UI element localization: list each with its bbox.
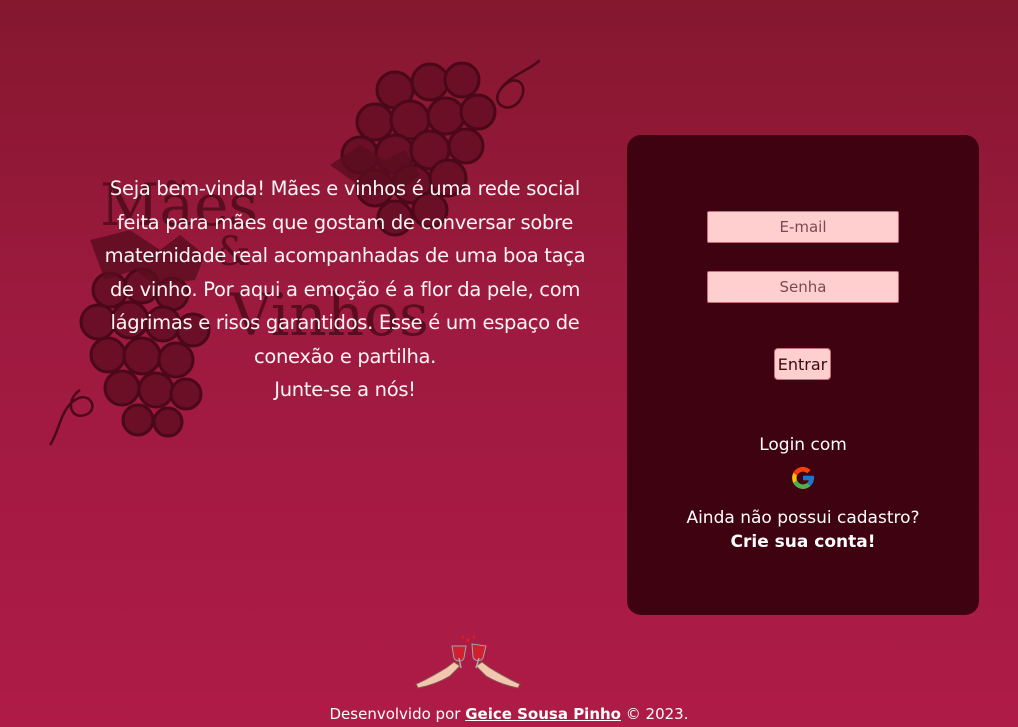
intro-cta: Junte-se a nós!	[274, 378, 416, 401]
email-input[interactable]	[707, 211, 899, 243]
create-account-link[interactable]: Crie sua conta!	[627, 532, 979, 552]
login-with-label: Login com	[759, 435, 847, 455]
wine-toast-icon	[415, 635, 521, 689]
footer-copyright: © 2023.	[625, 705, 689, 723]
google-icon[interactable]	[790, 465, 816, 491]
password-input[interactable]	[707, 271, 899, 303]
intro-text: Seja bem-vinda! Mães e vinhos é uma rede…	[104, 177, 586, 368]
footer-prefix: Desenvolvido por	[329, 705, 461, 723]
login-card: Entrar Login com Ainda não possui cadast…	[627, 135, 979, 615]
login-button[interactable]: Entrar	[774, 348, 831, 380]
footer: Desenvolvido por Geice Sousa Pinho © 202…	[0, 705, 1018, 723]
author-link[interactable]: Geice Sousa Pinho	[465, 705, 621, 723]
intro-section: Seja bem-vinda! Mães e vinhos é uma rede…	[100, 172, 590, 407]
no-account-text: Ainda não possui cadastro?	[686, 508, 920, 528]
